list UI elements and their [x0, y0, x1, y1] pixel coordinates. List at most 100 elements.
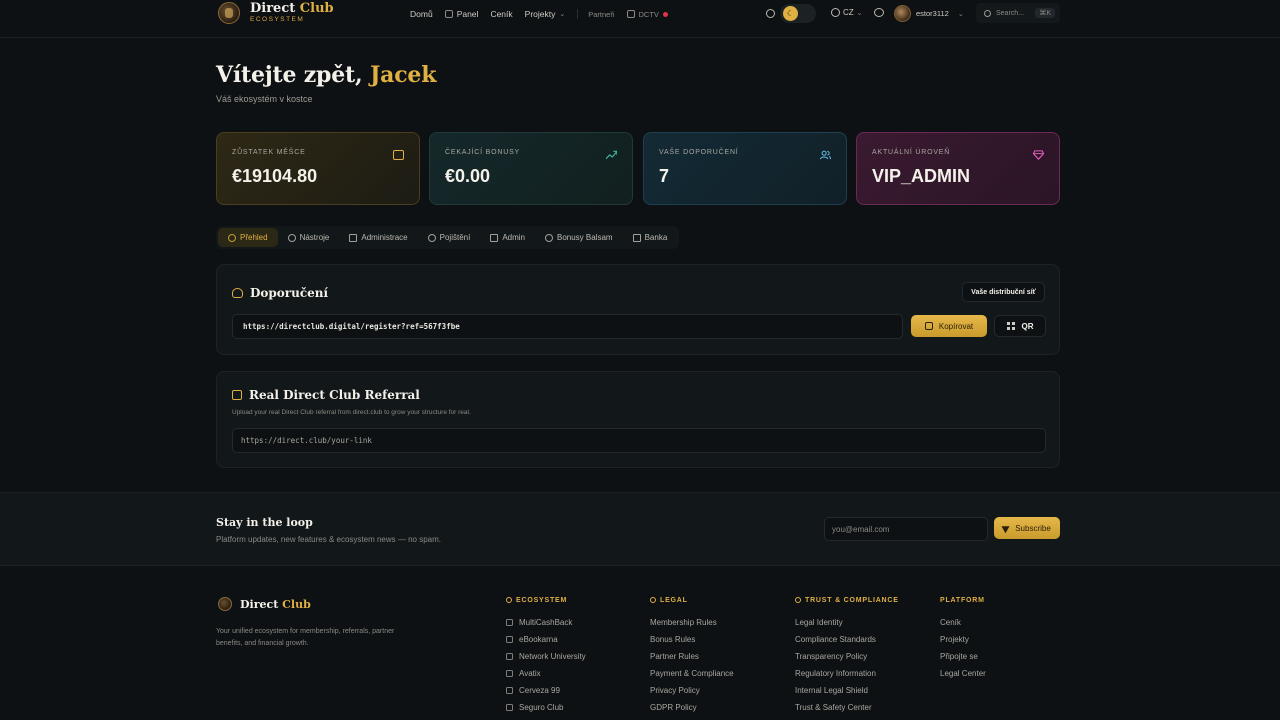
subscribe-button[interactable]: Subscribe — [994, 517, 1060, 539]
grid-icon — [444, 10, 453, 18]
crown-icon — [490, 233, 499, 242]
qr-button[interactable]: QR — [994, 315, 1046, 337]
footer-link[interactable]: Transparency Policy — [795, 648, 899, 665]
username: estor3112 — [916, 9, 949, 18]
nav-projects[interactable]: Projekty ⌄ — [525, 9, 566, 19]
tab-tools[interactable]: Nástroje — [278, 228, 340, 247]
footer-column-ecosystem: ECOSYSTEM MultiCashBack eBookarna Networ… — [506, 596, 586, 716]
stat-card-wallet-balance: ZŮSTATEK MĚŠCE €19104.80 — [216, 132, 420, 205]
avatar-icon — [506, 670, 513, 677]
qr-code-icon — [1006, 322, 1015, 330]
chevron-down-icon: ⌄ — [957, 10, 964, 18]
panel-description: Upload your real Direct Club referral fr… — [232, 409, 471, 416]
nav-partners[interactable]: Partneři — [588, 10, 614, 19]
copy-button[interactable]: Kopírovat — [911, 315, 987, 337]
footer-brand[interactable]: Direct Club — [218, 597, 311, 611]
diamond-icon — [545, 233, 553, 242]
stat-label: ČEKAJÍCÍ BONUSY — [445, 149, 521, 156]
footer-link[interactable]: Payment & Compliance — [650, 665, 734, 682]
footer-column-title: LEGAL — [650, 596, 734, 604]
stat-label: ZŮSTATEK MĚŠCE — [232, 149, 306, 156]
wallet-icon — [393, 150, 404, 160]
footer-link[interactable]: Trust & Safety Center — [795, 699, 899, 716]
tab-balsam-bonuses[interactable]: Bonusy Balsam — [535, 228, 623, 247]
user-menu[interactable]: estor3112 ⌄ — [894, 5, 964, 22]
real-referral-link-input[interactable]: https://direct.club/your-link — [232, 428, 1046, 453]
footer-link[interactable]: Připojte se — [940, 648, 986, 665]
nav-home[interactable]: Domů — [410, 9, 433, 19]
footer-column-title: PLATFORM — [940, 596, 985, 604]
page-subtitle: Váš ekosystém v kostce — [216, 94, 313, 104]
chat-icon[interactable] — [874, 8, 884, 17]
language-selector[interactable]: CZ ⌄ — [831, 8, 863, 17]
main-nav: Domů Panel Ceník Projekty ⌄ Partneři DCTV — [410, 0, 680, 28]
globe-icon — [831, 8, 840, 17]
card-icon — [349, 233, 358, 242]
newsletter-section: Stay in the loop Platform updates, new f… — [0, 492, 1280, 566]
brand-logo[interactable]: Direct Club ECOSYSTEM — [218, 2, 334, 24]
nav-pricing[interactable]: Ceník — [490, 9, 512, 19]
panel-title: Doporučení — [232, 286, 328, 300]
nav-dctv[interactable]: DCTV — [626, 10, 668, 19]
stat-value: €0.00 — [445, 166, 491, 186]
tab-insurance[interactable]: Pojištění — [418, 228, 481, 247]
search-shortcut: ⌘K — [1035, 8, 1055, 18]
search-input[interactable]: Search... ⌘K — [976, 3, 1060, 23]
footer-link[interactable]: Network University — [506, 648, 586, 665]
panel-title: Real Direct Club Referral — [232, 388, 420, 402]
newsletter-title: Stay in the loop — [216, 516, 313, 529]
footer-link[interactable]: Internal Legal Shield — [795, 682, 899, 699]
footer-link[interactable]: Ceník — [940, 614, 986, 631]
footer-link[interactable]: Membership Rules — [650, 614, 734, 631]
footer-link[interactable]: Privacy Policy — [650, 682, 734, 699]
globe-icon — [506, 597, 512, 603]
palette-icon[interactable] — [766, 9, 775, 18]
footer-link[interactable]: Bonus Rules — [650, 631, 734, 648]
footer-link[interactable]: Partner Rules — [650, 648, 734, 665]
email-field[interactable]: you@email.com — [824, 517, 988, 541]
footer-link[interactable]: Seguro Club — [506, 699, 586, 716]
bank-icon — [632, 233, 641, 242]
footer-link[interactable]: Legal Identity — [795, 614, 899, 631]
tab-overview[interactable]: Přehled — [218, 228, 278, 247]
stat-label: AKTUÁLNÍ ÚROVEŇ — [872, 149, 951, 156]
chevron-down-icon: ⌄ — [559, 11, 566, 18]
footer-link[interactable]: Compliance Standards — [795, 631, 899, 648]
footer-link[interactable]: Projekty — [940, 631, 986, 648]
tab-admin[interactable]: Admin — [480, 228, 535, 247]
footer-column-legal: LEGAL Membership Rules Bonus Rules Partn… — [650, 596, 734, 716]
footer-link[interactable]: Legal Center — [940, 665, 986, 682]
footer-link[interactable]: eBookarna — [506, 631, 586, 648]
theme-toggle[interactable]: ☾ — [780, 4, 816, 23]
referral-link-field[interactable]: https://directclub.digital/register?ref=… — [232, 314, 903, 339]
send-icon — [1001, 522, 1012, 534]
footer-description: Your unified ecosystem for membership, r… — [216, 628, 395, 647]
footer-link[interactable]: Regulatory Information — [795, 665, 899, 682]
footer-link[interactable]: MultiCashBack — [506, 614, 586, 631]
moon-icon: ☾ — [783, 6, 798, 21]
tab-administration[interactable]: Administrace — [339, 228, 417, 247]
distribution-network-button[interactable]: Vaše distribuční síť — [962, 282, 1045, 302]
footer-link[interactable]: Avatix — [506, 665, 586, 682]
stat-card-referrals: VAŠE DOPORUČENÍ 7 — [643, 132, 847, 205]
shield-icon — [427, 233, 436, 242]
chevron-down-icon: ⌄ — [856, 9, 863, 17]
logo-subtitle: ECOSYSTEM — [250, 16, 305, 24]
shield-icon — [506, 704, 513, 711]
footer-column-title: ECOSYSTEM — [506, 596, 586, 604]
real-referral-panel: Real Direct Club Referral Upload your re… — [216, 371, 1060, 468]
gear-icon — [287, 233, 296, 242]
footer-link[interactable]: Cerveza 99 — [506, 682, 586, 699]
tv-icon — [626, 10, 635, 18]
tab-bank[interactable]: Banka — [623, 228, 678, 247]
logo-title-accent: Club — [299, 1, 334, 17]
nav-panel[interactable]: Panel — [444, 9, 478, 19]
newsletter-description: Platform updates, new features & ecosyst… — [216, 535, 441, 544]
users-icon — [820, 150, 831, 160]
search-placeholder: Search... — [996, 9, 1025, 17]
nav-divider — [577, 9, 579, 19]
diamond-icon — [1033, 150, 1044, 160]
logo-emblem-icon — [218, 2, 240, 24]
stat-card-pending-bonuses: ČEKAJÍCÍ BONUSY €0.00 — [429, 132, 633, 205]
footer-link[interactable]: GDPR Policy — [650, 699, 734, 716]
